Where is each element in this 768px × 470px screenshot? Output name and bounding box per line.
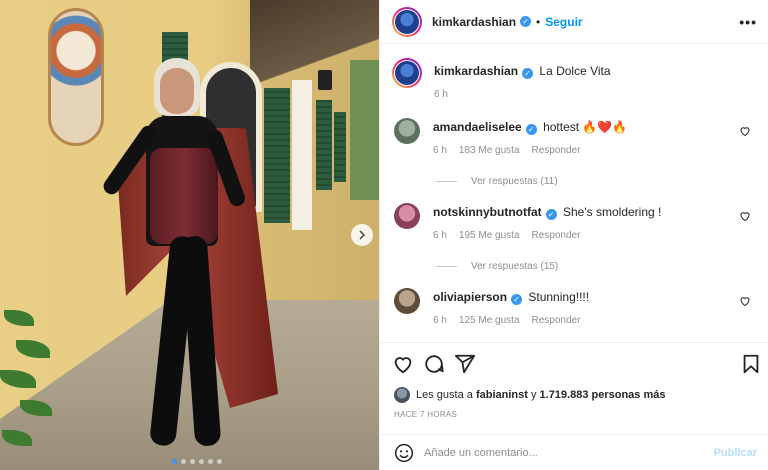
post-caption: kimkardashian ✓ La Dolce Vita 6 h bbox=[392, 58, 757, 100]
reply-button[interactable]: Responder bbox=[532, 230, 581, 241]
add-comment-bar: Publicar bbox=[380, 434, 768, 470]
share-icon[interactable] bbox=[454, 353, 476, 375]
verified-icon: ✓ bbox=[522, 68, 534, 79]
comment-text: hottest 🔥❤️🔥 bbox=[543, 120, 628, 134]
post-header: kimkardashian ✓ • Seguir ••• bbox=[380, 0, 768, 44]
comment-likes[interactable]: 195 Me gusta bbox=[459, 230, 520, 241]
post-timestamp: HACE 7 HORAS bbox=[394, 410, 458, 419]
wall-lamp bbox=[318, 70, 332, 90]
carousel-dot bbox=[181, 459, 186, 464]
author-username[interactable]: kimkardashian bbox=[432, 15, 516, 29]
commenter-username[interactable]: amandaeliselee bbox=[433, 120, 522, 134]
comment-icon[interactable] bbox=[423, 353, 445, 375]
woman-figure bbox=[100, 58, 288, 468]
carousel-indicator bbox=[172, 459, 222, 464]
comment-text: She's smoldering ! bbox=[563, 205, 662, 219]
comment-likes[interactable]: 125 Me gusta bbox=[459, 315, 520, 326]
face bbox=[160, 68, 194, 114]
chevron-right-icon bbox=[359, 230, 366, 240]
view-replies-label: Ver respuestas (11) bbox=[471, 176, 558, 187]
verified-icon: ✓ bbox=[520, 16, 532, 27]
carousel-dot bbox=[199, 459, 204, 464]
verified-icon: ✓ bbox=[511, 294, 523, 305]
caption-avatar[interactable] bbox=[392, 58, 422, 88]
commenter-username[interactable]: oliviapierson bbox=[433, 290, 507, 304]
garden-background bbox=[350, 60, 379, 200]
door-frame bbox=[292, 80, 312, 230]
commenter-avatar[interactable] bbox=[394, 288, 420, 314]
author-avatar[interactable] bbox=[392, 6, 422, 37]
reply-button[interactable]: Responder bbox=[532, 145, 581, 156]
commenter-username[interactable]: notskinnybutnotfat bbox=[433, 205, 542, 219]
caption-time: 6 h bbox=[434, 89, 448, 100]
emoji-icon[interactable] bbox=[394, 443, 414, 463]
comment-time: 6 h bbox=[433, 315, 447, 326]
post-actions bbox=[380, 342, 768, 382]
likes-count[interactable]: 1.719.883 personas más bbox=[540, 389, 666, 401]
post-photo[interactable] bbox=[0, 0, 379, 470]
heart-icon[interactable] bbox=[739, 210, 751, 222]
post-sidebar: kimkardashian ✓ • Seguir ••• kimkardashi… bbox=[379, 0, 768, 470]
comment-time: 6 h bbox=[433, 145, 447, 156]
potted-plant bbox=[0, 300, 60, 470]
carousel-dot bbox=[190, 459, 195, 464]
heart-icon[interactable] bbox=[392, 353, 414, 375]
liker-avatar[interactable] bbox=[394, 387, 410, 403]
view-replies-button[interactable]: Ver respuestas (11) bbox=[435, 176, 558, 187]
liker-username[interactable]: fabianinst bbox=[476, 389, 528, 401]
follow-button[interactable]: Seguir bbox=[545, 15, 582, 29]
separator: • bbox=[536, 14, 541, 29]
view-replies-label: Ver respuestas (15) bbox=[471, 261, 559, 272]
ceramic-plaque bbox=[48, 8, 104, 146]
comment-input[interactable] bbox=[424, 446, 694, 459]
publish-button[interactable]: Publicar bbox=[714, 447, 757, 459]
velvet-corset bbox=[150, 148, 218, 244]
window-shutter bbox=[316, 100, 332, 190]
bookmark-icon[interactable] bbox=[740, 353, 762, 375]
reply-button[interactable]: Responder bbox=[532, 315, 581, 326]
likes-prefix: Les gusta a bbox=[416, 389, 473, 401]
likes-summary: Les gusta a fabianinst y 1.719.883 perso… bbox=[394, 387, 666, 403]
heart-icon[interactable] bbox=[739, 125, 751, 137]
verified-icon: ✓ bbox=[525, 124, 537, 135]
comment-likes[interactable]: 183 Me gusta bbox=[459, 145, 520, 156]
likes-connector: y bbox=[530, 389, 537, 401]
view-replies-button[interactable]: Ver respuestas (15) bbox=[435, 261, 558, 272]
heart-icon[interactable] bbox=[739, 295, 751, 307]
carousel-dot bbox=[208, 459, 213, 464]
commenter-avatar[interactable] bbox=[394, 118, 420, 144]
comment-time: 6 h bbox=[433, 230, 447, 241]
commenter-avatar[interactable] bbox=[394, 203, 420, 229]
carousel-next-button[interactable] bbox=[351, 224, 373, 246]
carousel-dot bbox=[217, 459, 222, 464]
carousel-dot bbox=[172, 459, 177, 464]
comment-text: Stunning!!!! bbox=[528, 290, 590, 304]
caption-username[interactable]: kimkardashian bbox=[434, 64, 518, 78]
window-shutter bbox=[334, 112, 346, 182]
caption-text: La Dolce Vita bbox=[539, 64, 611, 78]
more-icon[interactable]: ••• bbox=[739, 14, 757, 30]
verified-icon: ✓ bbox=[545, 209, 557, 220]
